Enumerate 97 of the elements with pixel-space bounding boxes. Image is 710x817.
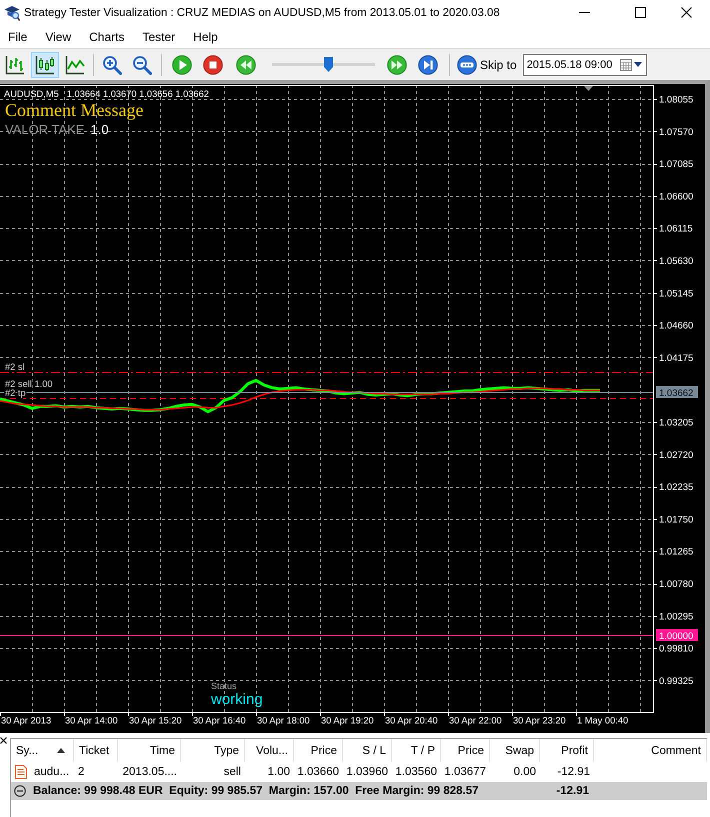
price-axis-label: 1.00780 [659, 579, 694, 590]
price-axis-label: 1.00295 [659, 611, 694, 622]
column-header[interactable]: S / L [343, 739, 392, 762]
ref-line-label: 1.03662 [659, 388, 694, 399]
price-axis-label: 1.02235 [659, 482, 694, 494]
time-axis-label: 30 Apr 18:00 [257, 716, 310, 726]
close-icon [680, 7, 692, 18]
table-cell-text: 1.03660 [296, 765, 340, 780]
time-axis-label: 30 Apr 14:00 [65, 716, 118, 726]
table-cell-text: -12.91 [556, 765, 591, 780]
table-cell-text: 0.00 [512, 765, 537, 780]
comment-title: Comment Message [5, 100, 144, 120]
time-axis-label: 30 Apr 22:00 [449, 716, 502, 726]
document-icon [15, 765, 27, 779]
price-axis-label: 1.07570 [659, 126, 694, 138]
price-axis-label: 1.01750 [659, 514, 694, 526]
table-cell-text: 1.00 [266, 765, 291, 780]
column-header[interactable]: Time [118, 739, 181, 762]
column-header[interactable]: Sy... [11, 739, 74, 762]
table-cell: audu... [34, 766, 70, 778]
table-cell-text: 1.03960 [345, 765, 389, 780]
column-header[interactable]: Type [181, 739, 245, 762]
minimize-icon [578, 12, 590, 13]
price-axis-label: 1.05630 [659, 256, 694, 267]
status-label: Status [211, 681, 237, 691]
price-axis-label: 0.99325 [659, 676, 694, 687]
time-axis-label: 30 Apr 15:20 [129, 716, 182, 726]
summary-profit: -12.91 [556, 785, 590, 797]
slider-thumb[interactable] [324, 56, 334, 72]
symbol-label: AUDUSD,M5 [4, 89, 59, 99]
time-axis-label: 30 Apr 19:20 [321, 716, 374, 726]
price-axis-label: 1.07085 [659, 159, 694, 170]
window-title: Strategy Tester Visualization : CRUZ MEDIAS on AUDUSD,M5 from 2013.05.01 to 2020.03.08 [24, 6, 500, 18]
price-axis-label: 1.04660 [659, 320, 694, 332]
status-value: working [211, 691, 263, 708]
column-header[interactable]: Price [441, 739, 490, 762]
time-axis-label: 30 Apr 2013 [1, 716, 52, 726]
date-field[interactable]: 2015.05.18 09:00 [522, 54, 647, 76]
column-header[interactable]: Ticket [74, 739, 118, 762]
candlestick-icon [35, 54, 55, 74]
rewind-icon [236, 54, 256, 74]
table-cell-text: 2013.05.... [122, 765, 178, 780]
maximize-icon [634, 7, 646, 18]
ellipsis-circle-icon [457, 54, 477, 74]
caret-icon [634, 62, 642, 67]
menu-item[interactable]: Tester [134, 30, 184, 44]
price-tag: 1.03662 [656, 386, 698, 399]
zoom-in-icon [102, 54, 122, 74]
close-icon[interactable] [0, 737, 7, 744]
column-header[interactable]: T / P [392, 739, 441, 762]
menu-item[interactable]: File [0, 30, 36, 44]
price-axis-label: 1.08055 [659, 94, 694, 106]
price-axis-label: 1.06600 [659, 191, 694, 202]
comment-value: 1.0 [90, 122, 109, 137]
shift-marker-icon[interactable] [584, 86, 593, 91]
table-cell-text: 1.03677 [443, 765, 487, 780]
price-axis-label: 1.01265 [659, 546, 694, 558]
menu-item[interactable]: Help [185, 30, 226, 44]
bar-chart-icon [5, 54, 25, 74]
ref-line-label: 1.00000 [659, 631, 694, 642]
balance-summary: Balance: 99 998.48 EUR Equity: 99 985.57 Margin: 157.00 Free Margin: 99 828.57 [33, 785, 479, 797]
price-axis-label: 1.05145 [659, 288, 694, 300]
fast-forward-icon [387, 54, 407, 74]
sort-caret-icon [57, 748, 65, 753]
table-cell-text: 2 [77, 765, 86, 780]
trade-label: #2 sl [5, 362, 25, 372]
play-icon [172, 54, 192, 74]
chart-mode-button[interactable] [31, 52, 59, 78]
time-axis-label: 30 Apr 23:20 [513, 716, 566, 726]
table-cell-text: 1.03560 [394, 765, 438, 780]
line-chart-icon [65, 54, 85, 74]
price-axis-label: 1.06115 [659, 224, 693, 235]
price-axis-label: 1.02720 [659, 450, 694, 461]
menu-item[interactable]: Charts [81, 30, 132, 44]
column-header[interactable]: Comment [594, 739, 707, 762]
time-axis-label: 30 Apr 20:40 [385, 716, 438, 726]
calendar-icon [620, 58, 632, 70]
time-axis-label: 30 Apr 16:40 [193, 716, 246, 726]
skip-to-button[interactable]: Skip to [455, 52, 519, 78]
menu-item[interactable]: View [37, 30, 80, 44]
price-axis-label: 0.99810 [659, 644, 694, 655]
minus-circle-icon[interactable] [14, 785, 26, 797]
column-header[interactable]: Price [294, 739, 343, 762]
quote-values: 1.03664 1.03670 1.03656 1.03662 [66, 89, 209, 99]
graduation-cap-icon [4, 4, 20, 20]
column-header[interactable]: Profit [540, 739, 594, 762]
price-tag: 1.00000 [656, 629, 698, 642]
zoom-out-icon [132, 54, 152, 74]
column-header[interactable]: Swap [490, 739, 540, 762]
time-axis-label: 1 May 00:40 [577, 716, 628, 726]
price-axis-label: 1.04175 [659, 352, 694, 364]
trade-label: #2 sell 1.00 [5, 379, 53, 389]
table-cell-text: sell [222, 765, 242, 780]
stop-icon [203, 54, 223, 74]
skip-to-end-icon [418, 54, 438, 74]
price-axis-label: 1.03205 [659, 418, 694, 428]
column-header[interactable]: Volu... [245, 739, 294, 762]
